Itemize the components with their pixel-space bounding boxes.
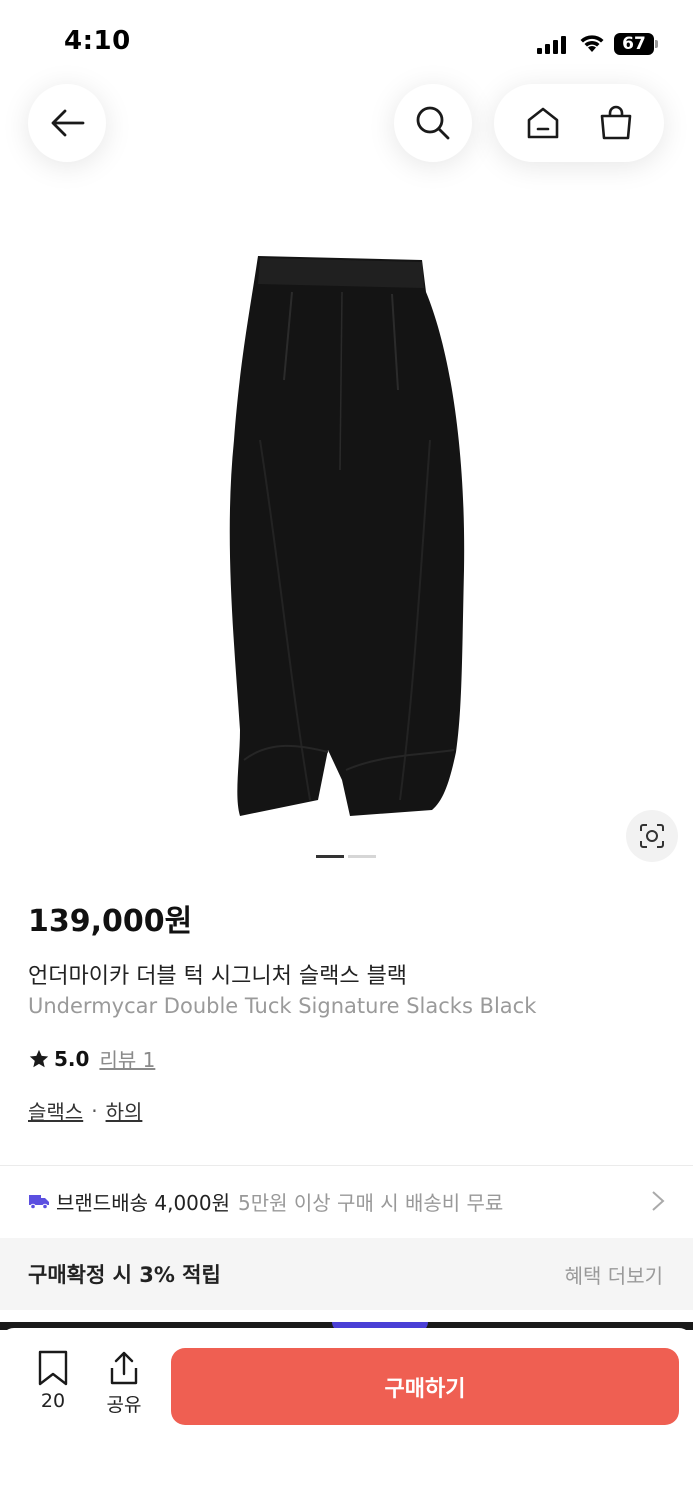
bottom-action-bar: 20 공유 구매하기 bbox=[0, 1328, 693, 1500]
battery-level: 67 bbox=[614, 33, 654, 55]
truck-icon bbox=[28, 1192, 50, 1210]
arrow-left-icon bbox=[49, 108, 85, 138]
category-link-bottoms[interactable]: 하의 bbox=[106, 1096, 143, 1125]
product-title-english: Undermycar Double Tuck Signature Slacks … bbox=[28, 994, 537, 1018]
shipping-info-row[interactable]: 브랜드배송 4,000원 5만원 이상 구매 시 배송비 무료 bbox=[0, 1166, 693, 1236]
pager-dot-inactive bbox=[348, 855, 376, 858]
rating-value: 5.0 bbox=[54, 1046, 90, 1071]
product-image[interactable] bbox=[200, 240, 490, 830]
home-cart-group bbox=[494, 84, 664, 162]
points-benefit-row: 구매확정 시 3% 적립 혜택 더보기 bbox=[0, 1238, 693, 1310]
share-label: 공유 bbox=[106, 1394, 142, 1416]
search-icon bbox=[415, 105, 451, 141]
bookmark-icon bbox=[30, 1350, 76, 1386]
search-button[interactable] bbox=[394, 84, 472, 162]
shipping-note: 5만원 이상 구매 시 배송비 무료 bbox=[238, 1190, 504, 1215]
chevron-right-icon bbox=[651, 1190, 665, 1212]
black-slacks-image bbox=[229, 256, 465, 816]
shopping-bag-icon[interactable] bbox=[598, 105, 634, 141]
bookmark-count: 20 bbox=[40, 1390, 66, 1412]
rating-row: 5.0 리뷰 1 bbox=[28, 1044, 155, 1073]
image-search-button[interactable] bbox=[626, 810, 678, 862]
home-icon[interactable] bbox=[525, 105, 561, 141]
category-separator: · bbox=[91, 1098, 98, 1123]
image-pager bbox=[316, 855, 378, 859]
camera-scan-icon bbox=[639, 823, 665, 849]
status-time: 4:10 bbox=[64, 26, 131, 56]
status-bar: 4:10 67 bbox=[0, 0, 693, 80]
product-title-korean: 언더마이카 더블 턱 시그니처 슬랙스 블랙 bbox=[28, 964, 408, 989]
share-button[interactable]: 공유 bbox=[100, 1350, 148, 1417]
points-label: 구매확정 시 3% 적립 bbox=[28, 1263, 221, 1287]
buy-button[interactable]: 구매하기 bbox=[171, 1348, 679, 1425]
shipping-label: 브랜드배송 4,000원 bbox=[56, 1190, 231, 1215]
bookmark-button[interactable]: 20 bbox=[30, 1350, 76, 1412]
pager-dot-active bbox=[316, 855, 344, 858]
share-icon bbox=[100, 1350, 148, 1386]
category-link-slacks[interactable]: 슬랙스 bbox=[28, 1096, 83, 1125]
wifi-icon bbox=[580, 35, 604, 52]
star-icon bbox=[28, 1048, 50, 1070]
product-price: 139,000원 bbox=[28, 904, 193, 939]
back-button[interactable] bbox=[28, 84, 106, 162]
battery-icon: 67 bbox=[614, 33, 660, 55]
review-link[interactable]: 리뷰 1 bbox=[99, 1044, 155, 1073]
cellular-signal-icon bbox=[537, 36, 566, 54]
category-breadcrumb: 슬랙스 · 하의 bbox=[28, 1096, 142, 1125]
benefits-more-link[interactable]: 혜택 더보기 bbox=[565, 1260, 663, 1289]
